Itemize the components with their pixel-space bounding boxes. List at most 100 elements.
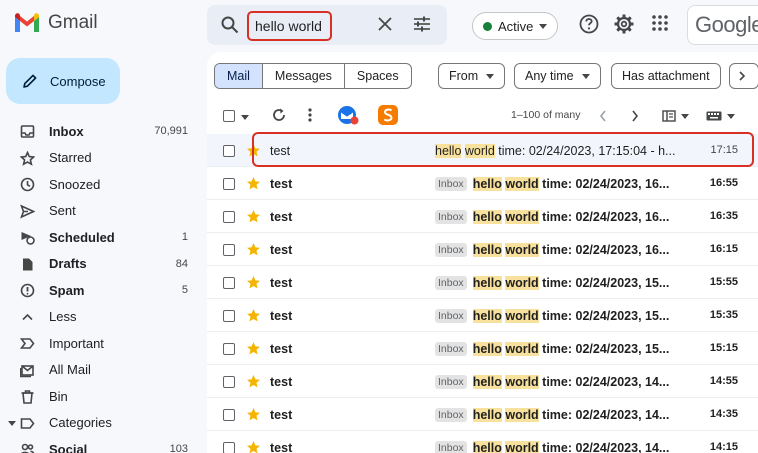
- search-match-highlight: world: [505, 210, 539, 224]
- status-dropdown[interactable]: Active: [472, 12, 558, 40]
- sidebar-item-important[interactable]: Important: [0, 330, 200, 357]
- sidebar-item-drafts[interactable]: Drafts 84: [0, 251, 200, 278]
- search-match-highlight: hello: [472, 177, 502, 191]
- row-checkbox[interactable]: [223, 244, 235, 256]
- select-menu-chevron-icon[interactable]: [241, 115, 249, 120]
- email-row[interactable]: test Inbox hello world time: 02/24/2023, 1…: [207, 398, 758, 431]
- has-attachment-filter-chip[interactable]: Has attachment: [611, 63, 721, 89]
- help-icon[interactable]: [579, 14, 599, 34]
- sidebar-item-label: Drafts: [49, 256, 87, 272]
- sidebar-item-social[interactable]: Social 103: [0, 436, 200, 453]
- compose-button[interactable]: Compose: [6, 58, 120, 104]
- split-pane-chevron-icon[interactable]: [681, 114, 689, 119]
- email-time: 15:55: [709, 276, 738, 288]
- tab-mail[interactable]: Mail: [215, 64, 263, 88]
- clear-search-icon[interactable]: [377, 16, 393, 32]
- status-label: Active: [498, 18, 534, 34]
- star-icon[interactable]: [246, 407, 261, 422]
- star-icon[interactable]: [246, 341, 261, 356]
- email-row[interactable]: test Inbox hello world time: 02/24/2023, 1…: [207, 431, 758, 453]
- mail-extension-icon[interactable]: [336, 104, 360, 126]
- apps-grid-icon[interactable]: [651, 14, 669, 32]
- inbox-label-tag[interactable]: Inbox: [435, 408, 467, 422]
- inbox-label-tag[interactable]: Inbox: [435, 342, 467, 356]
- sidebar-item-spam[interactable]: Spam 5: [0, 277, 200, 304]
- star-icon[interactable]: [246, 209, 261, 224]
- email-row[interactable]: test Inbox hello world time: 02/24/2023, 1…: [207, 266, 758, 299]
- google-account-button[interactable]: Google: [687, 5, 758, 45]
- email-row[interactable]: test Inbox hello world time: 02/24/2023, 1…: [207, 233, 758, 266]
- row-checkbox[interactable]: [223, 277, 235, 289]
- star-icon[interactable]: [246, 176, 261, 191]
- email-subject-text: time: 02/24/2023, 14...: [542, 375, 670, 389]
- more-filters-button[interactable]: [729, 63, 758, 89]
- sidebar-nav: Inbox 70,991 Starred Snoozed Sent Scheduled 1 D…: [0, 118, 200, 453]
- email-row[interactable]: test Inbox hello world time: 02/24/2023, 1…: [207, 332, 758, 365]
- star-icon[interactable]: [246, 440, 261, 453]
- star-icon[interactable]: [246, 308, 261, 323]
- star-icon[interactable]: [246, 242, 261, 257]
- sidebar-item-label: Social: [49, 441, 88, 453]
- input-tools-keyboard-icon[interactable]: [706, 111, 722, 121]
- any-time-filter-chip[interactable]: Any time: [514, 63, 601, 89]
- inbox-label-tag[interactable]: Inbox: [435, 210, 467, 224]
- row-checkbox[interactable]: [223, 343, 235, 355]
- inbox-label-tag[interactable]: Inbox: [435, 177, 467, 191]
- email-sender: test: [270, 441, 293, 453]
- email-row[interactable]: test Inbox hello world time: 02/24/2023, 1…: [207, 200, 758, 233]
- older-page-chevron-icon[interactable]: [631, 110, 639, 122]
- sidebar-item-label: Important: [49, 335, 104, 351]
- email-sender: test: [270, 177, 293, 191]
- sidebar-item-label: Inbox: [49, 123, 84, 139]
- from-filter-chip[interactable]: From: [438, 63, 506, 89]
- sidebar-item-count: 103: [169, 443, 188, 453]
- row-checkbox[interactable]: [223, 211, 235, 223]
- split-pane-icon[interactable]: [662, 110, 676, 122]
- input-tools-chevron-icon[interactable]: [727, 114, 735, 119]
- inbox-label-tag[interactable]: Inbox: [435, 309, 467, 323]
- sidebar-item-sent[interactable]: Sent: [0, 198, 200, 225]
- row-checkbox[interactable]: [223, 145, 235, 157]
- search-icon[interactable]: [221, 16, 239, 34]
- sidebar-item-all-mail[interactable]: All Mail: [0, 357, 200, 384]
- orange-extension-icon[interactable]: [377, 104, 399, 126]
- tab-messages[interactable]: Messages: [263, 64, 345, 88]
- email-time: 16:15: [709, 243, 738, 255]
- tab-spaces[interactable]: Spaces: [345, 64, 411, 88]
- sidebar-item-snoozed[interactable]: Snoozed: [0, 171, 200, 198]
- row-checkbox[interactable]: [223, 409, 235, 421]
- star-icon[interactable]: [246, 374, 261, 389]
- categories-expand-chevron-icon[interactable]: [8, 420, 16, 426]
- search-input[interactable]: hello world: [247, 11, 332, 41]
- inbox-label-tag[interactable]: Inbox: [435, 441, 467, 453]
- sidebar-item-categories[interactable]: Categories: [0, 410, 200, 437]
- sidebar-item-inbox[interactable]: Inbox 70,991: [0, 118, 200, 145]
- sidebar-item-scheduled[interactable]: Scheduled 1: [0, 224, 200, 251]
- email-row[interactable]: test Inbox hello world time: 02/24/2023, 1…: [207, 167, 758, 200]
- sidebar-item-bin[interactable]: Bin: [0, 383, 200, 410]
- row-checkbox[interactable]: [223, 376, 235, 388]
- search-match-highlight: hello: [472, 309, 502, 323]
- gmail-logo[interactable]: Gmail: [14, 12, 98, 34]
- star-icon[interactable]: [246, 275, 261, 290]
- row-checkbox[interactable]: [223, 178, 235, 190]
- sidebar-item-less[interactable]: Less: [0, 304, 200, 331]
- inbox-label-tag[interactable]: Inbox: [435, 276, 467, 290]
- search-options-icon[interactable]: [413, 16, 431, 32]
- inbox-label-tag[interactable]: Inbox: [435, 243, 467, 257]
- sidebar-item-starred[interactable]: Starred: [0, 145, 200, 172]
- row-checkbox[interactable]: [223, 310, 235, 322]
- sidebar-item-label: Scheduled: [49, 229, 115, 245]
- inbox-icon: [20, 125, 35, 138]
- newer-page-chevron-icon[interactable]: [599, 110, 607, 122]
- row-checkbox[interactable]: [223, 442, 235, 453]
- refresh-icon[interactable]: [271, 107, 287, 123]
- inbox-label-tag[interactable]: Inbox: [435, 375, 467, 389]
- email-row[interactable]: test Inbox hello world time: 02/24/2023, 1…: [207, 299, 758, 332]
- settings-gear-icon[interactable]: [614, 14, 634, 34]
- email-sender: test: [270, 375, 293, 389]
- pagination-text: 1–100 of many: [511, 109, 581, 121]
- email-row[interactable]: test Inbox hello world time: 02/24/2023, 1…: [207, 365, 758, 398]
- more-options-icon[interactable]: [307, 107, 313, 123]
- select-all-checkbox[interactable]: [223, 110, 235, 122]
